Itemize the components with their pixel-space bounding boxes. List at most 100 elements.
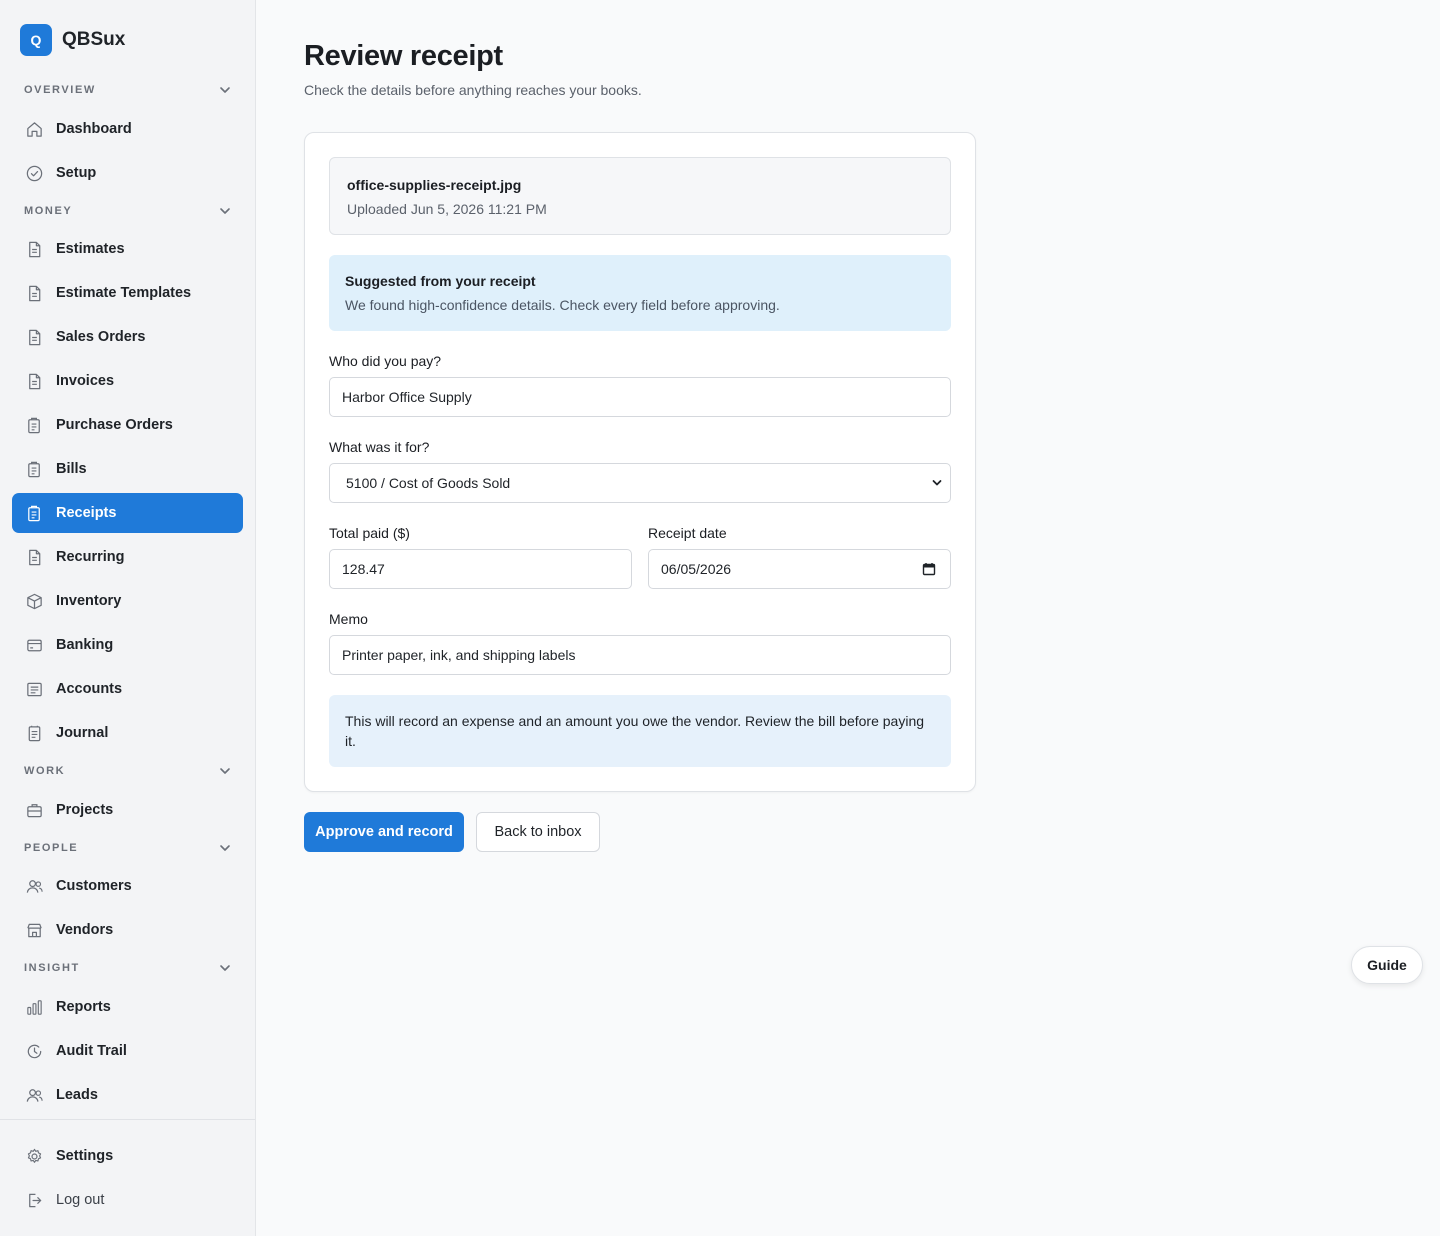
calendar-icon[interactable] (922, 562, 936, 576)
sidebar-item-invoices[interactable]: Invoices (12, 361, 243, 401)
section-label: INSIGHT (24, 962, 80, 974)
sidebar-item-setup[interactable]: Setup (12, 153, 243, 193)
briefcase-icon (24, 800, 44, 820)
section-money[interactable]: MONEY (24, 202, 232, 220)
bank-card-icon (24, 635, 44, 655)
sidebar-item-receipts[interactable]: Receipts (12, 493, 243, 533)
sidebar-item-label: Inventory (56, 593, 122, 609)
ledger-icon (24, 679, 44, 699)
total-input[interactable]: 128.47 (329, 549, 632, 589)
memo-input[interactable]: Printer paper, ink, and shipping labels (329, 635, 951, 675)
gear-icon (24, 1146, 44, 1166)
sidebar-item-estimate-templates[interactable]: Estimate Templates (12, 273, 243, 313)
document-icon (24, 239, 44, 259)
chevron-down-icon (220, 965, 230, 971)
sidebar-item-label: Leads (56, 1087, 98, 1103)
sidebar-item-banking[interactable]: Banking (12, 625, 243, 665)
sidebar-item-label: Log out (56, 1192, 105, 1208)
users-icon (24, 876, 44, 896)
sidebar-item-label: Sales Orders (56, 329, 146, 345)
sidebar-item-label: Accounts (56, 681, 123, 697)
info-notice: This will record an expense and an amoun… (329, 695, 951, 767)
section-people[interactable]: PEOPLE (24, 839, 232, 857)
brand-logo: Q (20, 24, 52, 56)
category-select[interactable]: 5100 / Cost of Goods Sold (329, 463, 951, 503)
sidebar-item-label: Purchase Orders (56, 417, 173, 433)
approve-and-record-button[interactable]: Approve and record (304, 812, 464, 852)
sidebar-item-label: Receipts (56, 505, 117, 521)
chevron-down-icon (220, 768, 230, 774)
sidebar-item-dashboard[interactable]: Dashboard (12, 109, 243, 149)
sidebar-item-label: Banking (56, 637, 114, 653)
store-icon (24, 920, 44, 940)
uploaded-file-box: office-supplies-receipt.jpg Uploaded Jun… (329, 157, 951, 235)
payee-label: Who did you pay? (329, 353, 442, 369)
back-to-inbox-button[interactable]: Back to inbox (476, 812, 600, 852)
payee-input[interactable]: Harbor Office Supply (329, 377, 951, 417)
total-value: 128.47 (342, 561, 385, 577)
memo-value: Printer paper, ink, and shipping labels (342, 647, 576, 663)
category-label: What was it for? (329, 439, 430, 455)
sidebar-item-label: Audit Trail (56, 1043, 127, 1059)
sidebar-item-label: Customers (56, 878, 132, 894)
sidebar-item-label: Settings (56, 1148, 114, 1164)
home-icon (24, 119, 44, 139)
sidebar-item-vendors[interactable]: Vendors (12, 910, 243, 950)
box-icon (24, 591, 44, 611)
sidebar-item-audit-trail[interactable]: Audit Trail (12, 1031, 243, 1071)
sidebar-item-journal[interactable]: Journal (12, 713, 243, 753)
sidebar-item-estimates[interactable]: Estimates (12, 229, 243, 269)
section-insight[interactable]: INSIGHT (24, 959, 232, 977)
date-input[interactable]: 06/05/2026 (648, 549, 951, 589)
sidebar-item-label: Bills (56, 461, 87, 477)
total-label: Total paid ($) (329, 525, 410, 541)
document-icon (24, 371, 44, 391)
chevron-down-icon (220, 208, 230, 214)
sidebar-item-label: Journal (56, 725, 109, 741)
section-label: WORK (24, 765, 66, 777)
sidebar-item-label: Setup (56, 165, 97, 181)
section-label: MONEY (24, 205, 73, 217)
clipboard-icon (24, 503, 44, 523)
logout-icon (24, 1190, 44, 1210)
sidebar-item-label: Reports (56, 999, 111, 1015)
sidebar-item-label: Vendors (56, 922, 114, 938)
sidebar-item-label: Invoices (56, 373, 115, 389)
brand[interactable]: Q QBSux (20, 24, 125, 56)
clipboard-icon (24, 459, 44, 479)
document-icon (24, 327, 44, 347)
sidebar-item-inventory[interactable]: Inventory (12, 581, 243, 621)
suggestion-text: We found high-confidence details. Check … (345, 297, 780, 313)
sidebar-item-label: Estimates (56, 241, 125, 257)
receipt-review-card: office-supplies-receipt.jpg Uploaded Jun… (304, 132, 976, 792)
file-name: office-supplies-receipt.jpg (347, 177, 522, 193)
sidebar-item-purchase-orders[interactable]: Purchase Orders (12, 405, 243, 445)
sidebar-item-reports[interactable]: Reports (12, 987, 243, 1027)
sidebar-item-accounts[interactable]: Accounts (12, 669, 243, 709)
sidebar-item-logout[interactable]: Log out (12, 1180, 243, 1220)
history-icon (24, 1041, 44, 1061)
brand-name: QBSux (62, 29, 126, 50)
sidebar-item-bills[interactable]: Bills (12, 449, 243, 489)
sidebar-item-leads[interactable]: Leads (12, 1075, 243, 1115)
section-label: OVERVIEW (24, 84, 96, 96)
clipboard-icon (24, 415, 44, 435)
date-label: Receipt date (648, 525, 727, 541)
category-value: 5100 / Cost of Goods Sold (346, 475, 511, 491)
sidebar-item-label: Estimate Templates (56, 285, 192, 301)
payee-value: Harbor Office Supply (342, 389, 472, 405)
chevron-down-icon (220, 87, 230, 93)
sidebar-item-customers[interactable]: Customers (12, 866, 243, 906)
sidebar-item-recurring[interactable]: Recurring (12, 537, 243, 577)
section-work[interactable]: WORK (24, 762, 232, 780)
sidebar-item-sales-orders[interactable]: Sales Orders (12, 317, 243, 357)
guide-button[interactable]: Guide (1351, 946, 1423, 984)
date-value: 06/05/2026 (661, 561, 732, 577)
document-icon (24, 283, 44, 303)
page-title: Review receipt (304, 40, 503, 72)
sidebar-divider (0, 1119, 255, 1120)
suggestion-title: Suggested from your receipt (345, 273, 536, 289)
sidebar-item-projects[interactable]: Projects (12, 790, 243, 830)
sidebar-item-settings[interactable]: Settings (12, 1136, 243, 1176)
section-overview[interactable]: OVERVIEW (24, 81, 232, 99)
